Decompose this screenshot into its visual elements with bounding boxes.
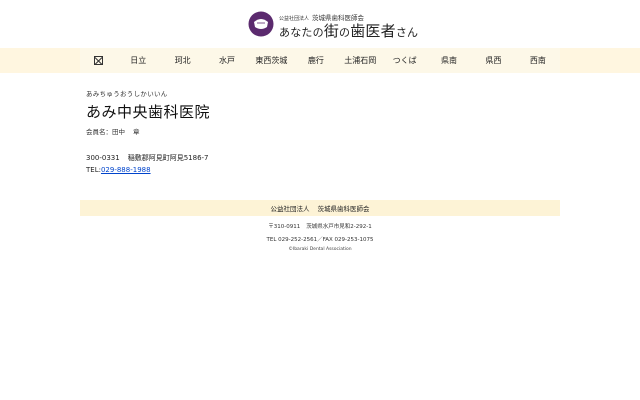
tagline-pre: あなたの bbox=[279, 26, 324, 39]
clinic-detail: あみちゅうおうしかいいん あみ中央歯科医院 会員名：田中章 300-0331 稲敷… bbox=[86, 88, 556, 174]
footer-address: 〒310-0911 茨城県水戸市見和2-292-1 bbox=[0, 222, 640, 230]
clinic-tel: TEL:029-888-1988 bbox=[86, 166, 556, 174]
clinic-reading: あみちゅうおうしかいいん bbox=[86, 90, 168, 98]
copyright: ©Ibaraki Dental Association bbox=[288, 247, 352, 252]
member-line: 会員名：田中章 bbox=[86, 126, 556, 136]
nav-item-kensei[interactable]: 県西 bbox=[471, 48, 515, 73]
site-header: 公益社団法人 茨城県歯科医師会 あなたの街の歯医者さん bbox=[0, 0, 640, 48]
region-nav: 日立 珂北 水戸 東西茨城 鹿行 土浦石岡 つくば 県南 県西 西南 bbox=[80, 48, 560, 73]
tagline-big1: 街 bbox=[323, 22, 340, 40]
footer-association: 茨城県歯科医師会 bbox=[317, 205, 370, 213]
nav-item-tsukuba[interactable]: つくば bbox=[382, 48, 426, 73]
footer-street: 茨城県水戸市見和2-292-1 bbox=[306, 224, 372, 230]
nav-item-seinan[interactable]: 西南 bbox=[516, 48, 560, 73]
nav-item-kennan[interactable]: 県南 bbox=[427, 48, 471, 73]
clinic-street: 稲敷郡阿見町阿見5186-7 bbox=[127, 154, 209, 162]
logo-icon[interactable] bbox=[248, 11, 274, 37]
member-given-name: 章 bbox=[133, 128, 140, 136]
nav-item-mito[interactable]: 水戸 bbox=[205, 48, 249, 73]
nav-item-tsuchiura-ishioka[interactable]: 土浦石岡 bbox=[338, 48, 382, 73]
clinic-name: あみ中央歯科医院 bbox=[86, 103, 211, 121]
clinic-postal: 300-0331 bbox=[86, 154, 120, 162]
nav-item-hitachi[interactable]: 日立 bbox=[116, 48, 160, 73]
tagline-post: さん bbox=[395, 26, 419, 39]
member-label: 会員名： bbox=[86, 128, 112, 136]
tel-link[interactable]: 029-888-1988 bbox=[101, 166, 151, 174]
nav-item-rokko[interactable]: 鹿行 bbox=[294, 48, 338, 73]
tagline-mid: の bbox=[339, 26, 351, 39]
home-icon bbox=[93, 56, 103, 65]
nav-home[interactable] bbox=[80, 48, 116, 73]
tel-label: TEL: bbox=[86, 166, 101, 174]
nav-item-kahoku[interactable]: 珂北 bbox=[160, 48, 204, 73]
footer-title: 公益社団法人 茨城県歯科医師会 bbox=[80, 200, 560, 216]
footer-org: 公益社団法人 bbox=[270, 205, 310, 213]
clinic-address: 300-0331 稲敷郡阿見町阿見5186-7 bbox=[86, 153, 556, 163]
nav-item-tozai-ibaraki[interactable]: 東西茨城 bbox=[249, 48, 293, 73]
footer-contact: TEL 029-252-2561／FAX 029-253-1075 bbox=[266, 237, 374, 243]
tagline-big2: 歯医者 bbox=[350, 22, 396, 40]
footer-postal: 〒310-0911 bbox=[268, 224, 301, 230]
member-surname: 田中 bbox=[112, 128, 125, 136]
header-tagline: あなたの街の歯医者さん bbox=[279, 20, 418, 41]
